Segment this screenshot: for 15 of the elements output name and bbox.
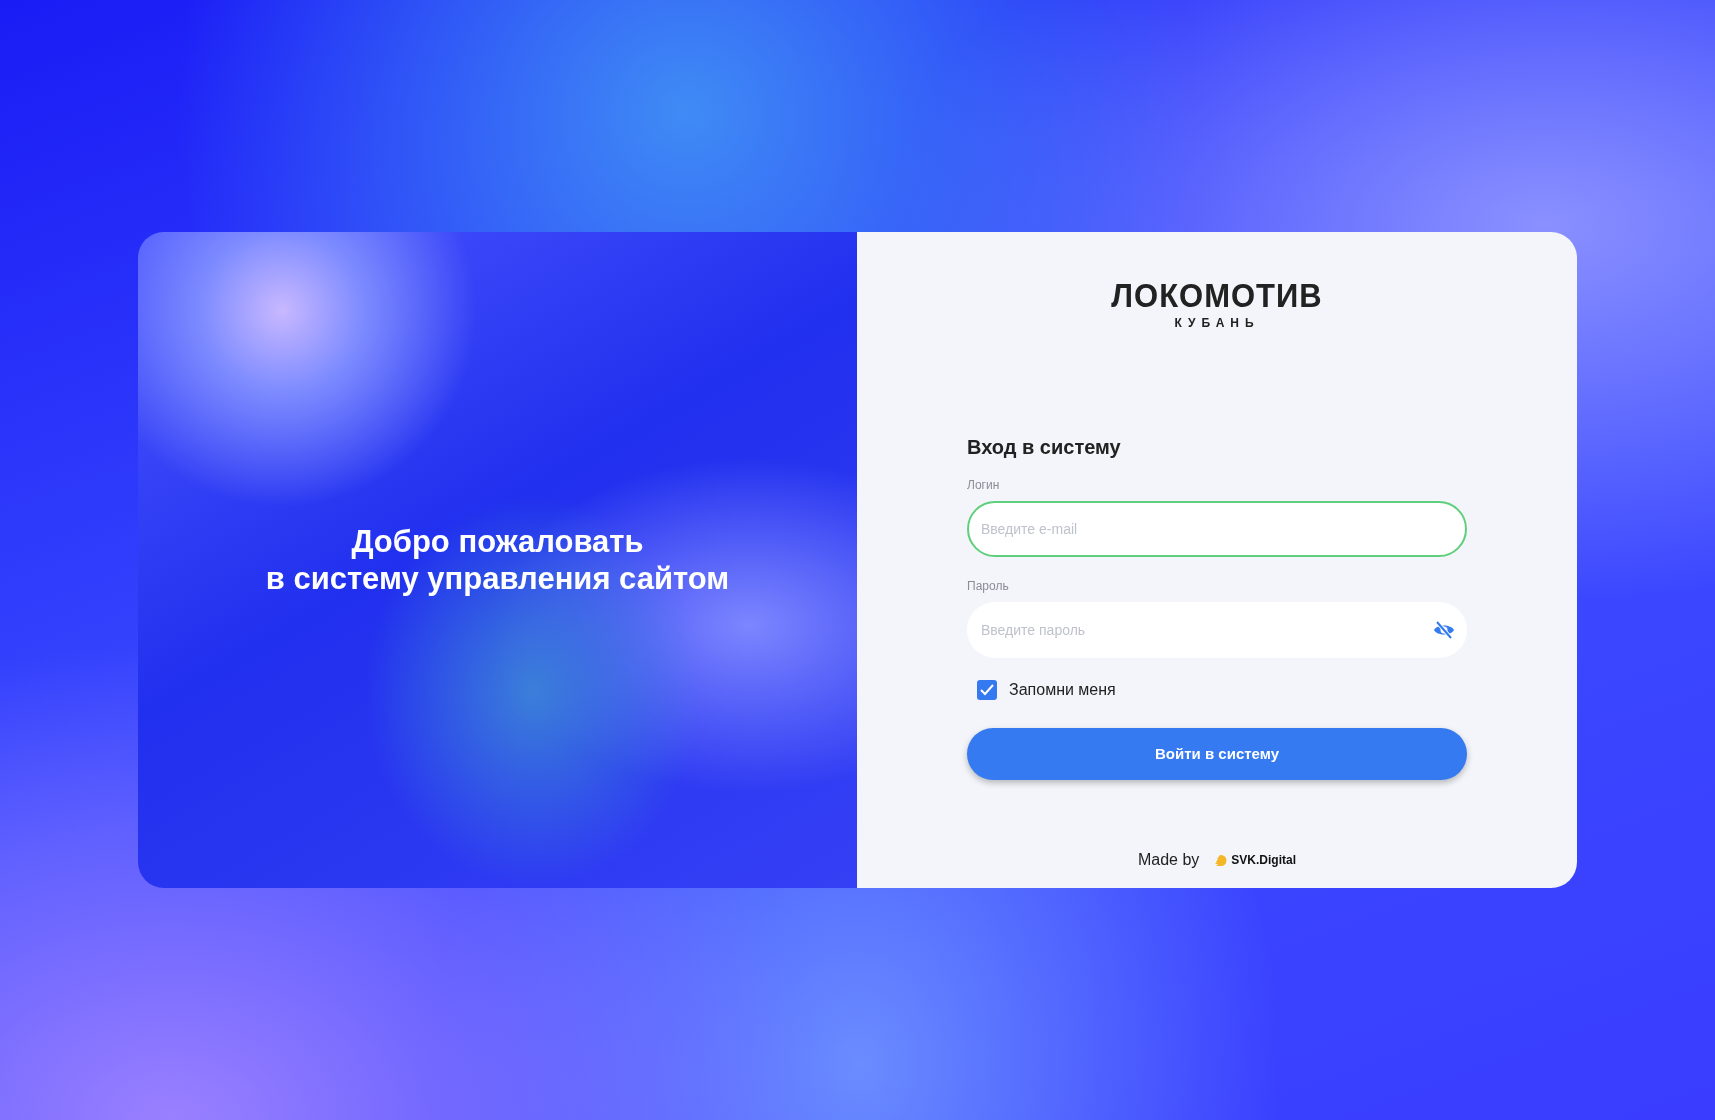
email-field[interactable]: Введите e-mail [967,501,1467,557]
brand-link[interactable]: SVK.Digital [1231,851,1297,869]
brand-logo-icon [1215,854,1229,866]
field-label: Логин [967,477,1001,494]
password-field[interactable]: Введите пароль [967,602,1467,658]
form-title: Вход в систему [967,435,1122,460]
welcome-heading: Добро пожаловать в систему управления сайтом [265,522,730,598]
remember-label[interactable]: Запомни меня [1009,678,1116,702]
field-label: Пароль [967,578,1010,595]
made-by-text: Made by [1137,850,1200,870]
logo-subtitle: КУБАНЬ [1174,315,1260,332]
login-button[interactable]: Войти в систему [967,728,1467,780]
eye-slash-icon[interactable] [1433,620,1455,640]
remember-checkbox[interactable] [977,680,997,700]
logo-title: ЛОКОМОТИВ [1111,279,1323,312]
